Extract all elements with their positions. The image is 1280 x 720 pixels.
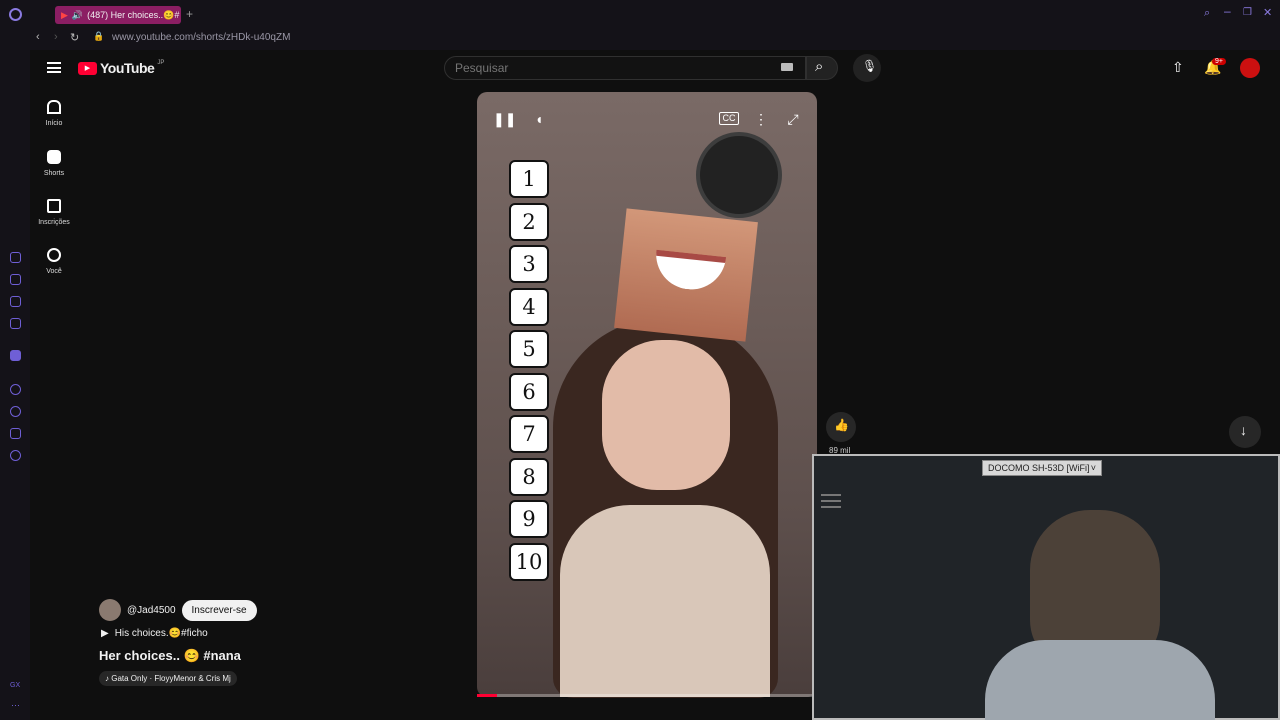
- opera-logo-icon[interactable]: [9, 8, 22, 21]
- sidebar-item-label: Você: [46, 268, 62, 275]
- sidebar-item-you[interactable]: Você: [34, 248, 74, 275]
- youtube-logo[interactable]: ▶ YouTube JP: [78, 60, 164, 76]
- sidebar-item-label: Shorts: [43, 170, 65, 177]
- chevron-down-icon: ˅: [1090, 463, 1096, 473]
- rank-box: 1: [509, 160, 549, 198]
- fullscreen-icon[interactable]: ⤢: [783, 109, 803, 129]
- rank-box: 3: [509, 245, 549, 283]
- create-upload-icon[interactable]: ⇧: [1172, 59, 1184, 76]
- rank-box: 4: [509, 287, 549, 326]
- video-progress-fill: [477, 694, 498, 697]
- sidebar-item-home[interactable]: Início: [34, 100, 74, 127]
- music-chip[interactable]: ♪ Gata Only · FloyyMenor & Cris Mj: [99, 671, 237, 686]
- url-text[interactable]: www.youtube.com/shorts/zHDk-u40qZM: [112, 32, 290, 43]
- reload-icon[interactable]: ↻: [70, 31, 79, 44]
- rank-box: 5: [509, 330, 549, 368]
- menu-icon[interactable]: [47, 62, 61, 73]
- extensions-icon[interactable]: [10, 428, 21, 439]
- rank-box: 7: [509, 415, 549, 453]
- wifi-label: DOCOMO SH-53D [WiFi] ˅: [982, 460, 1102, 476]
- youtube-favicon-icon: ▶: [61, 9, 68, 20]
- music-chip-text: Gata Only · FloyyMenor & Cris Mj: [111, 674, 231, 683]
- youtube-play-icon: ▶: [78, 61, 97, 75]
- twitch-icon[interactable]: [10, 350, 21, 361]
- gx-logo-icon: GX: [10, 682, 21, 689]
- thumbs-up-icon: 👍: [834, 418, 849, 432]
- messenger-icon[interactable]: [10, 318, 21, 329]
- channel-row: @Jad4500 Inscrever-se: [99, 599, 257, 621]
- avatar[interactable]: [1240, 58, 1260, 78]
- minimize-button[interactable]: –: [1224, 4, 1231, 18]
- mic-icon: 🎙: [862, 59, 878, 73]
- play-icon: ▶: [101, 628, 109, 639]
- you-icon: [47, 248, 61, 262]
- sidebar-item-label: Inscrições: [38, 219, 70, 226]
- short-title[interactable]: Her choices.. 😊 #nana: [99, 648, 241, 664]
- tab-audio-icon: 🔊: [71, 9, 84, 20]
- home-icon: [47, 100, 61, 114]
- like-button[interactable]: 👍: [826, 412, 856, 442]
- more-icon[interactable]: ⋯: [11, 700, 20, 711]
- youtube-logo-text: YouTube: [100, 60, 155, 76]
- webcam-menu-icon: [821, 494, 841, 508]
- webcam-person-body: [985, 640, 1215, 720]
- region-code: JP: [157, 60, 165, 66]
- tab-title: (487) Her choices..😊#: [87, 9, 180, 20]
- new-tab-button[interactable]: +: [186, 7, 193, 21]
- video-person-face: [602, 340, 730, 490]
- subscribe-button[interactable]: Inscrever-se: [181, 599, 257, 621]
- gx-sidebar: GX ⋯: [0, 0, 30, 720]
- sidebar-item-label: Início: [45, 120, 63, 127]
- captions-icon[interactable]: CC: [719, 112, 739, 125]
- voice-search-button[interactable]: 🎙: [853, 54, 881, 82]
- browser-tab[interactable]: ▶ 🔊 (487) Her choices..😊#: [55, 6, 181, 24]
- back-icon[interactable]: ‹: [36, 31, 40, 43]
- sidebar-item-subscriptions[interactable]: Inscrições: [34, 199, 74, 226]
- forward-icon[interactable]: ›: [54, 31, 58, 43]
- sidebar-item-shorts[interactable]: Shorts: [34, 150, 74, 177]
- close-window-button[interactable]: ✕: [1263, 6, 1272, 19]
- rank-box: 2: [509, 202, 549, 241]
- shorts-icon: [47, 150, 61, 164]
- notification-badge: 9+: [1212, 58, 1226, 65]
- video-clock-overlay: [696, 132, 782, 218]
- rank-box: 8: [509, 457, 549, 496]
- wifi-label-text: DOCOMO SH-53D [WiFi]: [988, 463, 1090, 473]
- volume-icon[interactable]: ◖: [529, 109, 549, 129]
- arrow-down-icon: ↓: [1240, 422, 1247, 438]
- channel-avatar[interactable]: [99, 599, 121, 621]
- browser-tab-bar: ▶ 🔊 (487) Her choices..😊# + ⌕ – ❐ ✕: [0, 0, 1280, 28]
- history-icon[interactable]: [10, 406, 21, 417]
- search-icon: ⌕: [815, 58, 824, 75]
- address-bar: ‹ › ↻ 🔒 www.youtube.com/shorts/zHDk-u40q…: [0, 28, 1280, 50]
- search-input[interactable]: [444, 56, 806, 80]
- next-short-button[interactable]: ↓: [1229, 416, 1261, 448]
- rank-box: 9: [509, 500, 549, 538]
- gx-control-icon[interactable]: [10, 252, 21, 263]
- player-icon[interactable]: [10, 384, 21, 395]
- rank-box: 6: [509, 372, 549, 411]
- rank-box: 10: [509, 542, 549, 581]
- lock-icon: 🔒: [93, 31, 105, 41]
- short-description-text: His choices.😊#ficho: [114, 628, 208, 639]
- pause-icon[interactable]: ❚❚: [493, 109, 516, 129]
- restore-button[interactable]: ❐: [1243, 7, 1252, 18]
- video-progress-bar[interactable]: [477, 694, 817, 697]
- gx-corner-icon[interactable]: [10, 274, 21, 285]
- gx-cleaner-icon[interactable]: [10, 296, 21, 307]
- more-options-icon[interactable]: ⋮: [751, 109, 771, 129]
- short-description[interactable]: ▶ His choices.😊#ficho: [101, 628, 208, 639]
- search-tabs-icon[interactable]: ⌕: [1204, 7, 1210, 20]
- subscriptions-icon: [47, 199, 61, 213]
- video-mouth-overlay: [614, 208, 758, 342]
- settings-icon[interactable]: [10, 450, 21, 461]
- channel-handle[interactable]: @Jad4500: [127, 605, 176, 616]
- video-person-body: [560, 505, 770, 697]
- search-button[interactable]: ⌕: [806, 56, 838, 80]
- keyboard-icon[interactable]: [781, 63, 793, 71]
